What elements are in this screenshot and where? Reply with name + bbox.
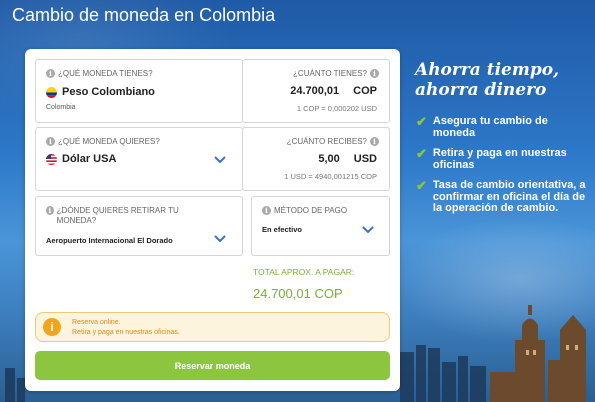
- chevron-down-icon[interactable]: [362, 226, 374, 234]
- promo-item-text: Tasa de cambio orientativa, a confirmar …: [432, 179, 586, 214]
- info-icon[interactable]: i: [370, 137, 379, 146]
- online-reservation-notice: i Reserva online. Retira y paga en nuest…: [35, 312, 390, 342]
- have-amount-row: 24.700,01 COP: [290, 85, 377, 97]
- payment-value: En efectivo: [262, 225, 303, 234]
- promo-benefits-list: ✔ Asegura tu cambio de moneda ✔ Retira y…: [416, 114, 591, 224]
- promo-title-line-1: Ahorra tiempo,: [415, 60, 559, 80]
- want-amount-label: ¿CUÁNTO RECIBES?: [286, 137, 367, 146]
- info-icon[interactable]: i: [46, 137, 55, 146]
- notice-text: Reserva online. Retira y paga en nuestra…: [72, 318, 180, 338]
- chevron-down-icon[interactable]: [214, 235, 226, 243]
- have-country: Colombia: [46, 104, 76, 111]
- payment-label-row: i MÉTODO DE PAGO: [262, 206, 347, 215]
- payment-method-select[interactable]: i MÉTODO DE PAGO En efectivo: [251, 196, 390, 256]
- promo-item-text: Retira y paga en nuestras oficinas: [432, 147, 567, 171]
- want-currency-label-row: i ¿QUÉ MONEDA QUIERES?: [46, 137, 160, 146]
- chevron-down-icon[interactable]: [214, 156, 226, 164]
- page-title: Cambio de moneda en Colombia: [12, 5, 276, 25]
- have-currency-label: ¿QUÉ MONEDA TIENES?: [58, 69, 153, 78]
- usa-flag-icon: [46, 153, 57, 165]
- info-icon[interactable]: i: [46, 206, 54, 215]
- colombia-flag-icon: [46, 86, 57, 98]
- check-icon: ✔: [416, 178, 427, 193]
- notice-line-2: Retira y paga en nuestras oficinas.: [72, 329, 180, 336]
- promo-title: Ahorra tiempo, ahorra dinero: [415, 60, 585, 100]
- want-currency-select[interactable]: i ¿QUÉ MONEDA QUIERES? Dólar USA: [35, 127, 243, 191]
- have-currency-name: Peso Colombiano: [62, 86, 155, 98]
- have-exchange-rate: 1 COP = 0,000202 USD: [296, 104, 377, 113]
- total-label: TOTAL APROX. A PAGAR:: [253, 267, 355, 277]
- info-icon[interactable]: i: [370, 69, 379, 78]
- check-icon: ✔: [416, 146, 427, 161]
- promo-item-text: Asegura tu cambio de moneda: [432, 115, 548, 139]
- have-currency-name-row: Peso Colombiano: [46, 86, 155, 98]
- have-amount-value: 24.700,01: [290, 85, 340, 97]
- want-amount-field[interactable]: ¿CUÁNTO RECIBES? i 5,00 USD 1 USD = 4940…: [242, 127, 390, 191]
- want-amount-value: 5,00: [318, 153, 340, 165]
- want-currency-name: Dólar USA: [62, 153, 117, 165]
- list-item: ✔ Retira y paga en nuestras oficinas: [416, 146, 591, 171]
- reserve-currency-button[interactable]: Reservar moneda: [35, 351, 390, 380]
- payment-label: MÉTODO DE PAGO: [274, 206, 348, 215]
- pickup-location-select[interactable]: i ¿DÓNDE QUIERES RETIRAR TU MONEDA? Aero…: [35, 196, 243, 256]
- pickup-label: ¿DÓNDE QUIERES RETIRAR TU MONEDA?: [56, 206, 179, 225]
- have-amount-field[interactable]: ¿CUÁNTO TIENES? i 24.700,01 COP 1 COP = …: [242, 59, 390, 123]
- list-item: ✔ Tasa de cambio orientativa, a confirma…: [416, 178, 591, 215]
- want-exchange-rate: 1 USD = 4940,001215 COP: [284, 172, 377, 181]
- promo-title-line-2: ahorra dinero: [415, 80, 547, 100]
- list-item: ✔ Asegura tu cambio de moneda: [416, 114, 591, 139]
- have-amount-label: ¿CUÁNTO TIENES?: [293, 69, 367, 78]
- pickup-value: Aeropuerto Internacional El Dorado: [46, 236, 173, 245]
- want-currency-label: ¿QUÉ MONEDA QUIERES?: [58, 137, 160, 146]
- want-currency-name-row: Dólar USA: [46, 153, 116, 165]
- want-amount-label-row: ¿CUÁNTO RECIBES? i: [249, 137, 379, 146]
- have-amount-label-row: ¿CUÁNTO TIENES? i: [249, 69, 379, 78]
- total-value: 24.700,01 COP: [253, 286, 343, 301]
- info-icon[interactable]: i: [262, 206, 271, 215]
- pickup-label-row: i ¿DÓNDE QUIERES RETIRAR TU MONEDA?: [46, 206, 196, 226]
- info-icon[interactable]: i: [46, 69, 55, 78]
- check-icon: ✔: [416, 114, 427, 129]
- have-currency-code: COP: [353, 85, 377, 97]
- have-currency-select[interactable]: i ¿QUÉ MONEDA TIENES? Peso Colombiano Co…: [35, 59, 243, 123]
- want-amount-row: 5,00 USD: [318, 153, 377, 165]
- want-currency-code: USD: [353, 153, 377, 165]
- info-warning-icon: i: [43, 318, 61, 336]
- notice-line-1: Reserva online.: [72, 319, 121, 326]
- have-currency-label-row: i ¿QUÉ MONEDA TIENES?: [46, 69, 153, 78]
